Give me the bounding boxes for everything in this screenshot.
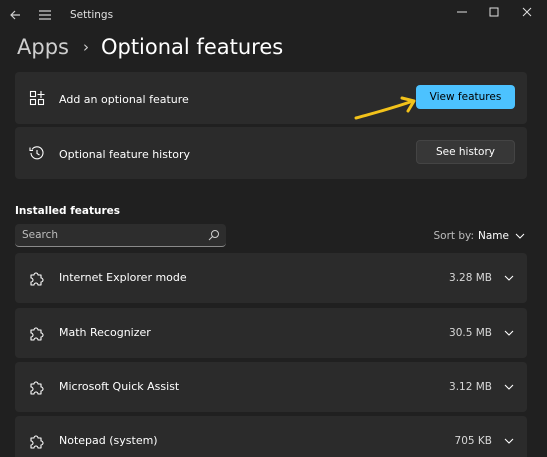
chevron-right-icon: › [82, 38, 89, 56]
app-title: Settings [70, 9, 114, 21]
close-icon[interactable] [515, 2, 539, 22]
chevron-down-icon [515, 233, 525, 239]
add-feature-icon [28, 89, 46, 107]
installed-features-heading: Installed features [15, 205, 121, 217]
optional-feature-history-card: Optional feature history See history [15, 127, 527, 179]
annotation-arrow-icon [354, 96, 416, 120]
search-input[interactable] [22, 227, 202, 242]
history-icon [28, 144, 46, 162]
sort-value: Name [478, 230, 509, 242]
chevron-down-icon[interactable] [503, 327, 515, 339]
sort-label: Sort by: [433, 230, 475, 242]
search-box [15, 224, 226, 247]
breadcrumb: Apps › Optional features [17, 32, 283, 62]
minimize-icon[interactable] [450, 2, 474, 22]
hamburger-menu-icon[interactable] [36, 6, 54, 24]
back-arrow-icon[interactable] [6, 6, 24, 24]
breadcrumb-apps-link[interactable]: Apps [17, 35, 69, 59]
add-optional-feature-label: Add an optional feature [59, 93, 189, 106]
feature-name: Internet Explorer mode [59, 271, 187, 284]
feature-size: 3.12 MB [449, 381, 492, 393]
feature-name: Notepad (system) [59, 434, 158, 447]
see-history-button[interactable]: See history [416, 140, 515, 164]
feature-row-internet-explorer-mode[interactable]: Internet Explorer mode 3.28 MB [15, 253, 527, 303]
feature-size: 3.28 MB [449, 272, 492, 284]
view-features-button[interactable]: View features [416, 85, 515, 109]
page-title: Optional features [100, 35, 284, 59]
feature-size: 30.5 MB [449, 327, 492, 339]
add-optional-feature-card: Add an optional feature View features [15, 72, 527, 124]
puzzle-piece-icon [30, 435, 44, 449]
optional-feature-history-label: Optional feature history [59, 148, 191, 161]
puzzle-piece-icon [30, 272, 44, 286]
puzzle-piece-icon [30, 381, 44, 395]
sort-dropdown[interactable]: Sort by: Name [434, 230, 526, 242]
feature-name: Math Recognizer [59, 326, 151, 339]
feature-name: Microsoft Quick Assist [59, 380, 180, 393]
feature-row-math-recognizer[interactable]: Math Recognizer 30.5 MB [15, 308, 527, 358]
chevron-down-icon[interactable] [503, 272, 515, 284]
chevron-down-icon[interactable] [503, 435, 515, 447]
search-icon[interactable] [208, 229, 220, 241]
puzzle-piece-icon [30, 327, 44, 341]
title-bar: Settings [0, 0, 547, 30]
feature-size: 705 KB [454, 435, 492, 447]
feature-row-microsoft-quick-assist[interactable]: Microsoft Quick Assist 3.12 MB [15, 362, 527, 412]
maximize-icon[interactable] [482, 2, 506, 22]
feature-row-notepad-system[interactable]: Notepad (system) 705 KB [15, 416, 527, 457]
chevron-down-icon[interactable] [503, 381, 515, 393]
